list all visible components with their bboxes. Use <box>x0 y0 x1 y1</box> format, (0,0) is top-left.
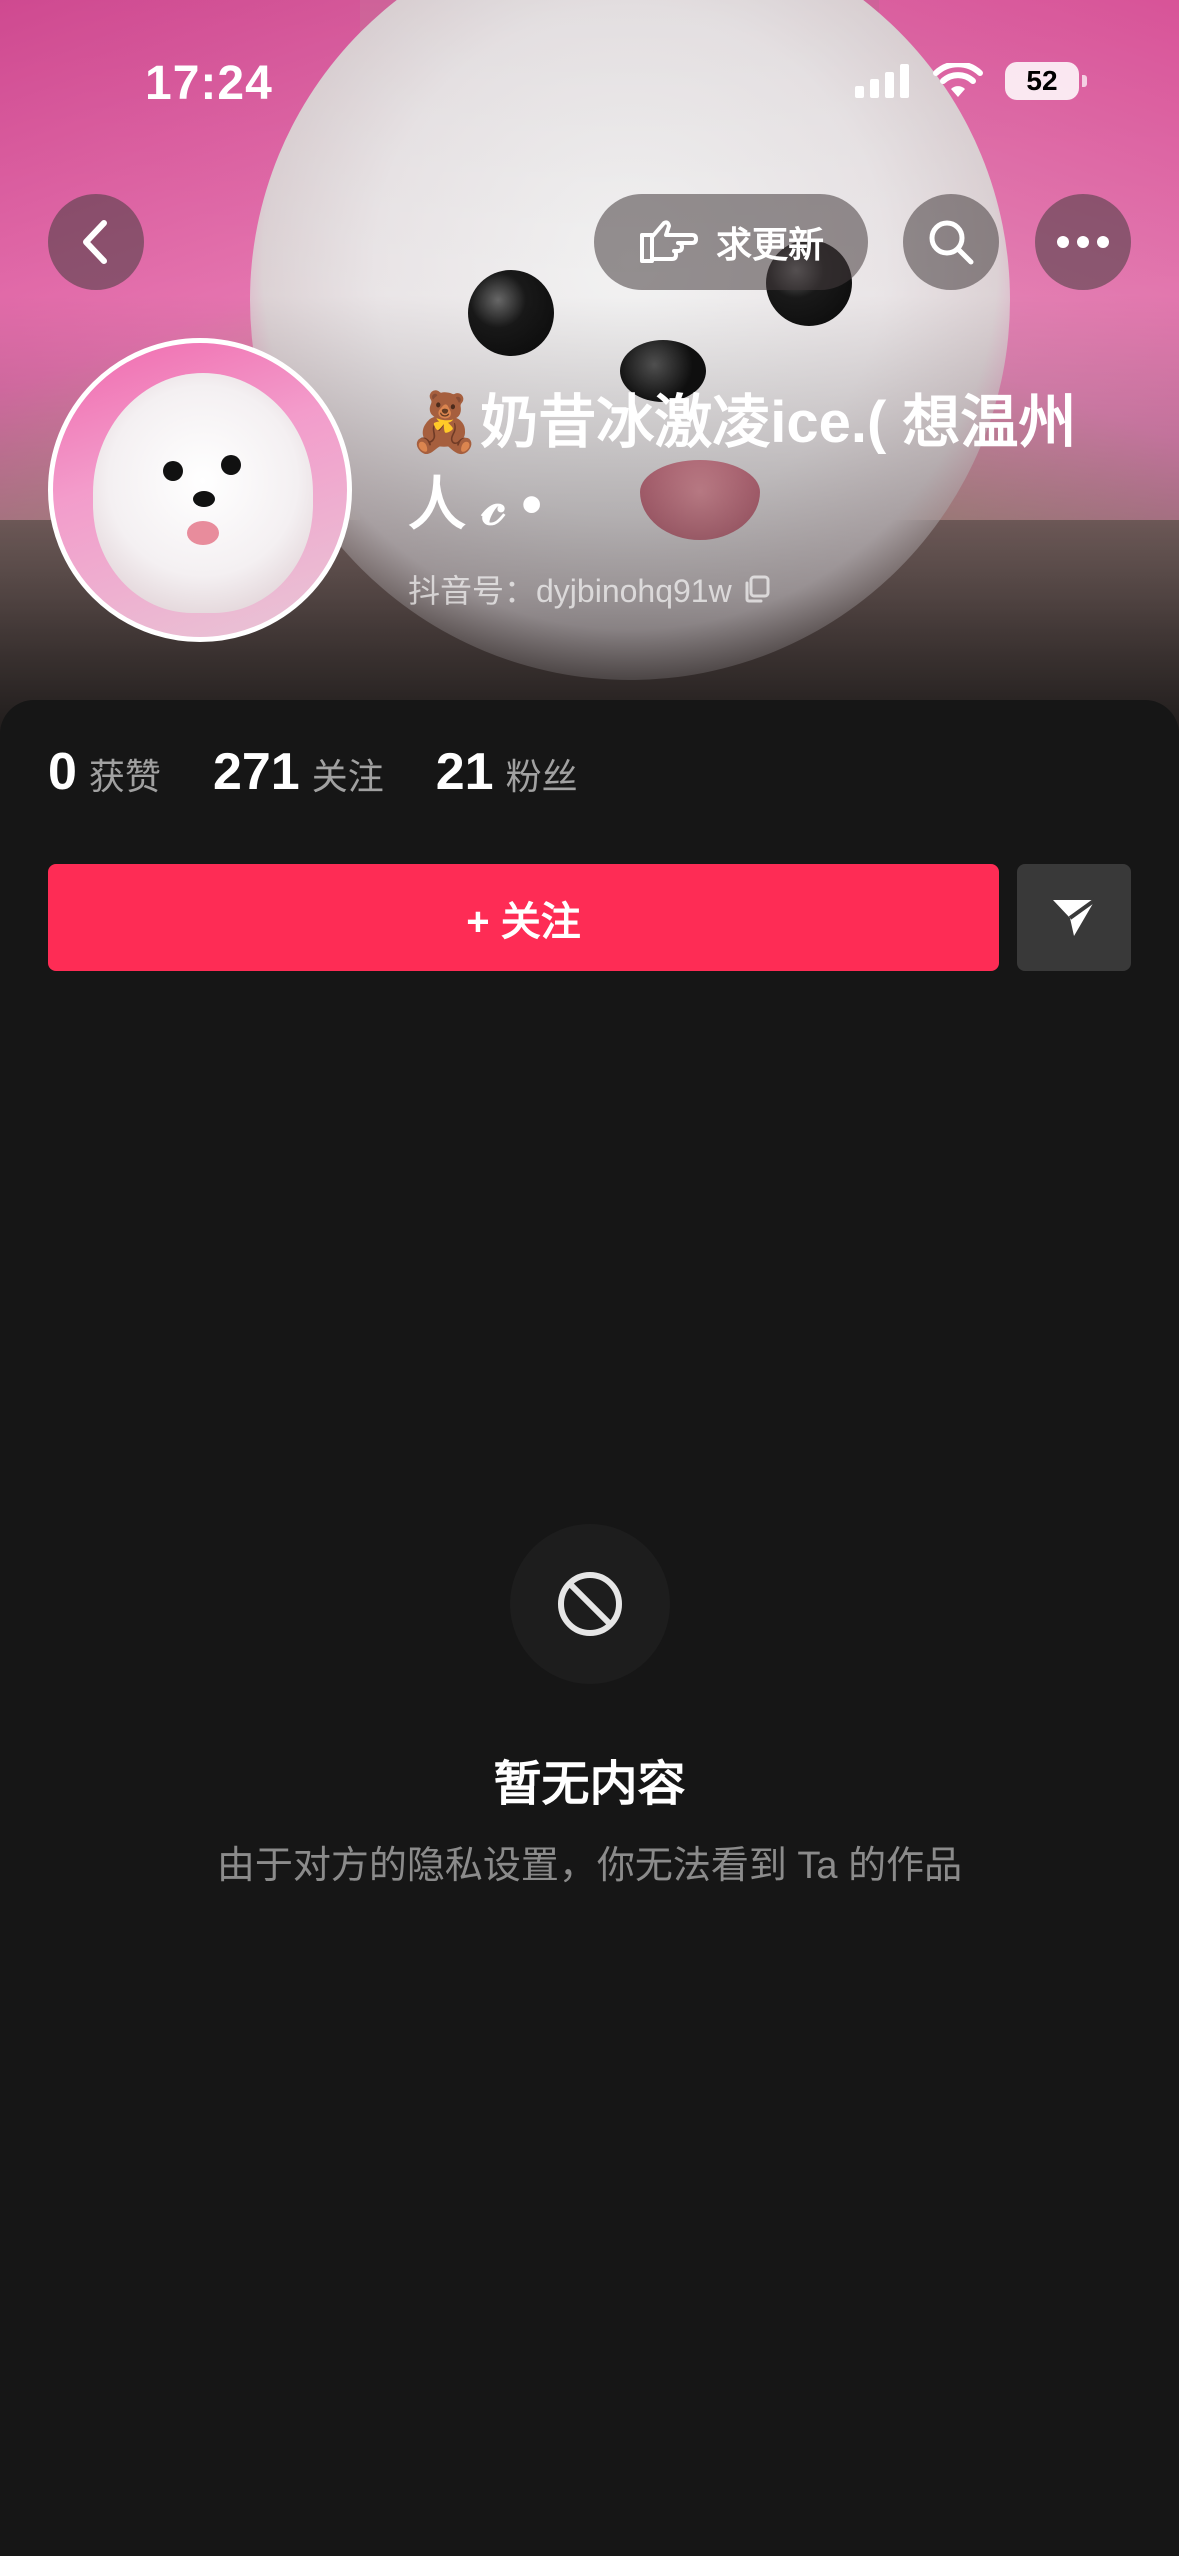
stat-likes[interactable]: 0 获赞 <box>48 742 161 802</box>
prohibited-icon <box>558 1572 622 1636</box>
pointing-hand-icon <box>639 220 698 263</box>
more-options-button[interactable] <box>1035 194 1131 290</box>
stat-following-label: 关注 <box>311 756 384 797</box>
douyin-id-row[interactable]: 抖音号：dyjbinohq91w <box>408 566 772 612</box>
share-icon <box>1053 897 1097 936</box>
profile-stats: 0 获赞 271 关注 21 粉丝 <box>48 742 630 802</box>
follow-button-label: + 关注 <box>466 899 581 944</box>
avatar[interactable] <box>48 338 352 642</box>
wifi-icon <box>933 63 983 97</box>
search-button[interactable] <box>903 194 999 290</box>
stat-followers-label: 粉丝 <box>505 756 578 797</box>
douyin-id: 抖音号：dyjbinohq91w <box>408 573 732 609</box>
request-update-label: 求更新 <box>715 224 824 265</box>
empty-state-title: 暂无内容 <box>493 1758 686 1811</box>
stat-likes-value: 0 <box>48 743 77 801</box>
stat-following-value: 271 <box>212 743 300 801</box>
status-icons: 52 <box>855 62 1087 100</box>
profile-name: 🧸奶昔冰激凌ice.( 想温州人 𝒸 • <box>408 390 1077 537</box>
empty-state-icon-wrap <box>510 1524 670 1684</box>
back-button[interactable] <box>48 194 144 290</box>
more-icon <box>1057 236 1109 248</box>
signal-icon <box>855 64 909 98</box>
stat-followers[interactable]: 21 粉丝 <box>436 742 578 802</box>
back-icon <box>83 220 107 264</box>
battery-indicator: 52 <box>1005 62 1087 100</box>
search-icon <box>929 220 974 265</box>
status-time: 17:24 <box>145 57 273 110</box>
request-update-button[interactable]: 求更新 <box>594 194 868 290</box>
copy-icon[interactable] <box>742 574 772 604</box>
follow-button[interactable]: + 关注 <box>48 864 999 971</box>
stat-following[interactable]: 271 关注 <box>213 742 384 802</box>
share-button[interactable] <box>1017 864 1131 971</box>
stat-likes-label: 获赞 <box>88 756 161 797</box>
stat-followers-value: 21 <box>435 743 494 801</box>
empty-state-description: 由于对方的隐私设置，你无法看到 Ta 的作品 <box>216 1845 963 1887</box>
